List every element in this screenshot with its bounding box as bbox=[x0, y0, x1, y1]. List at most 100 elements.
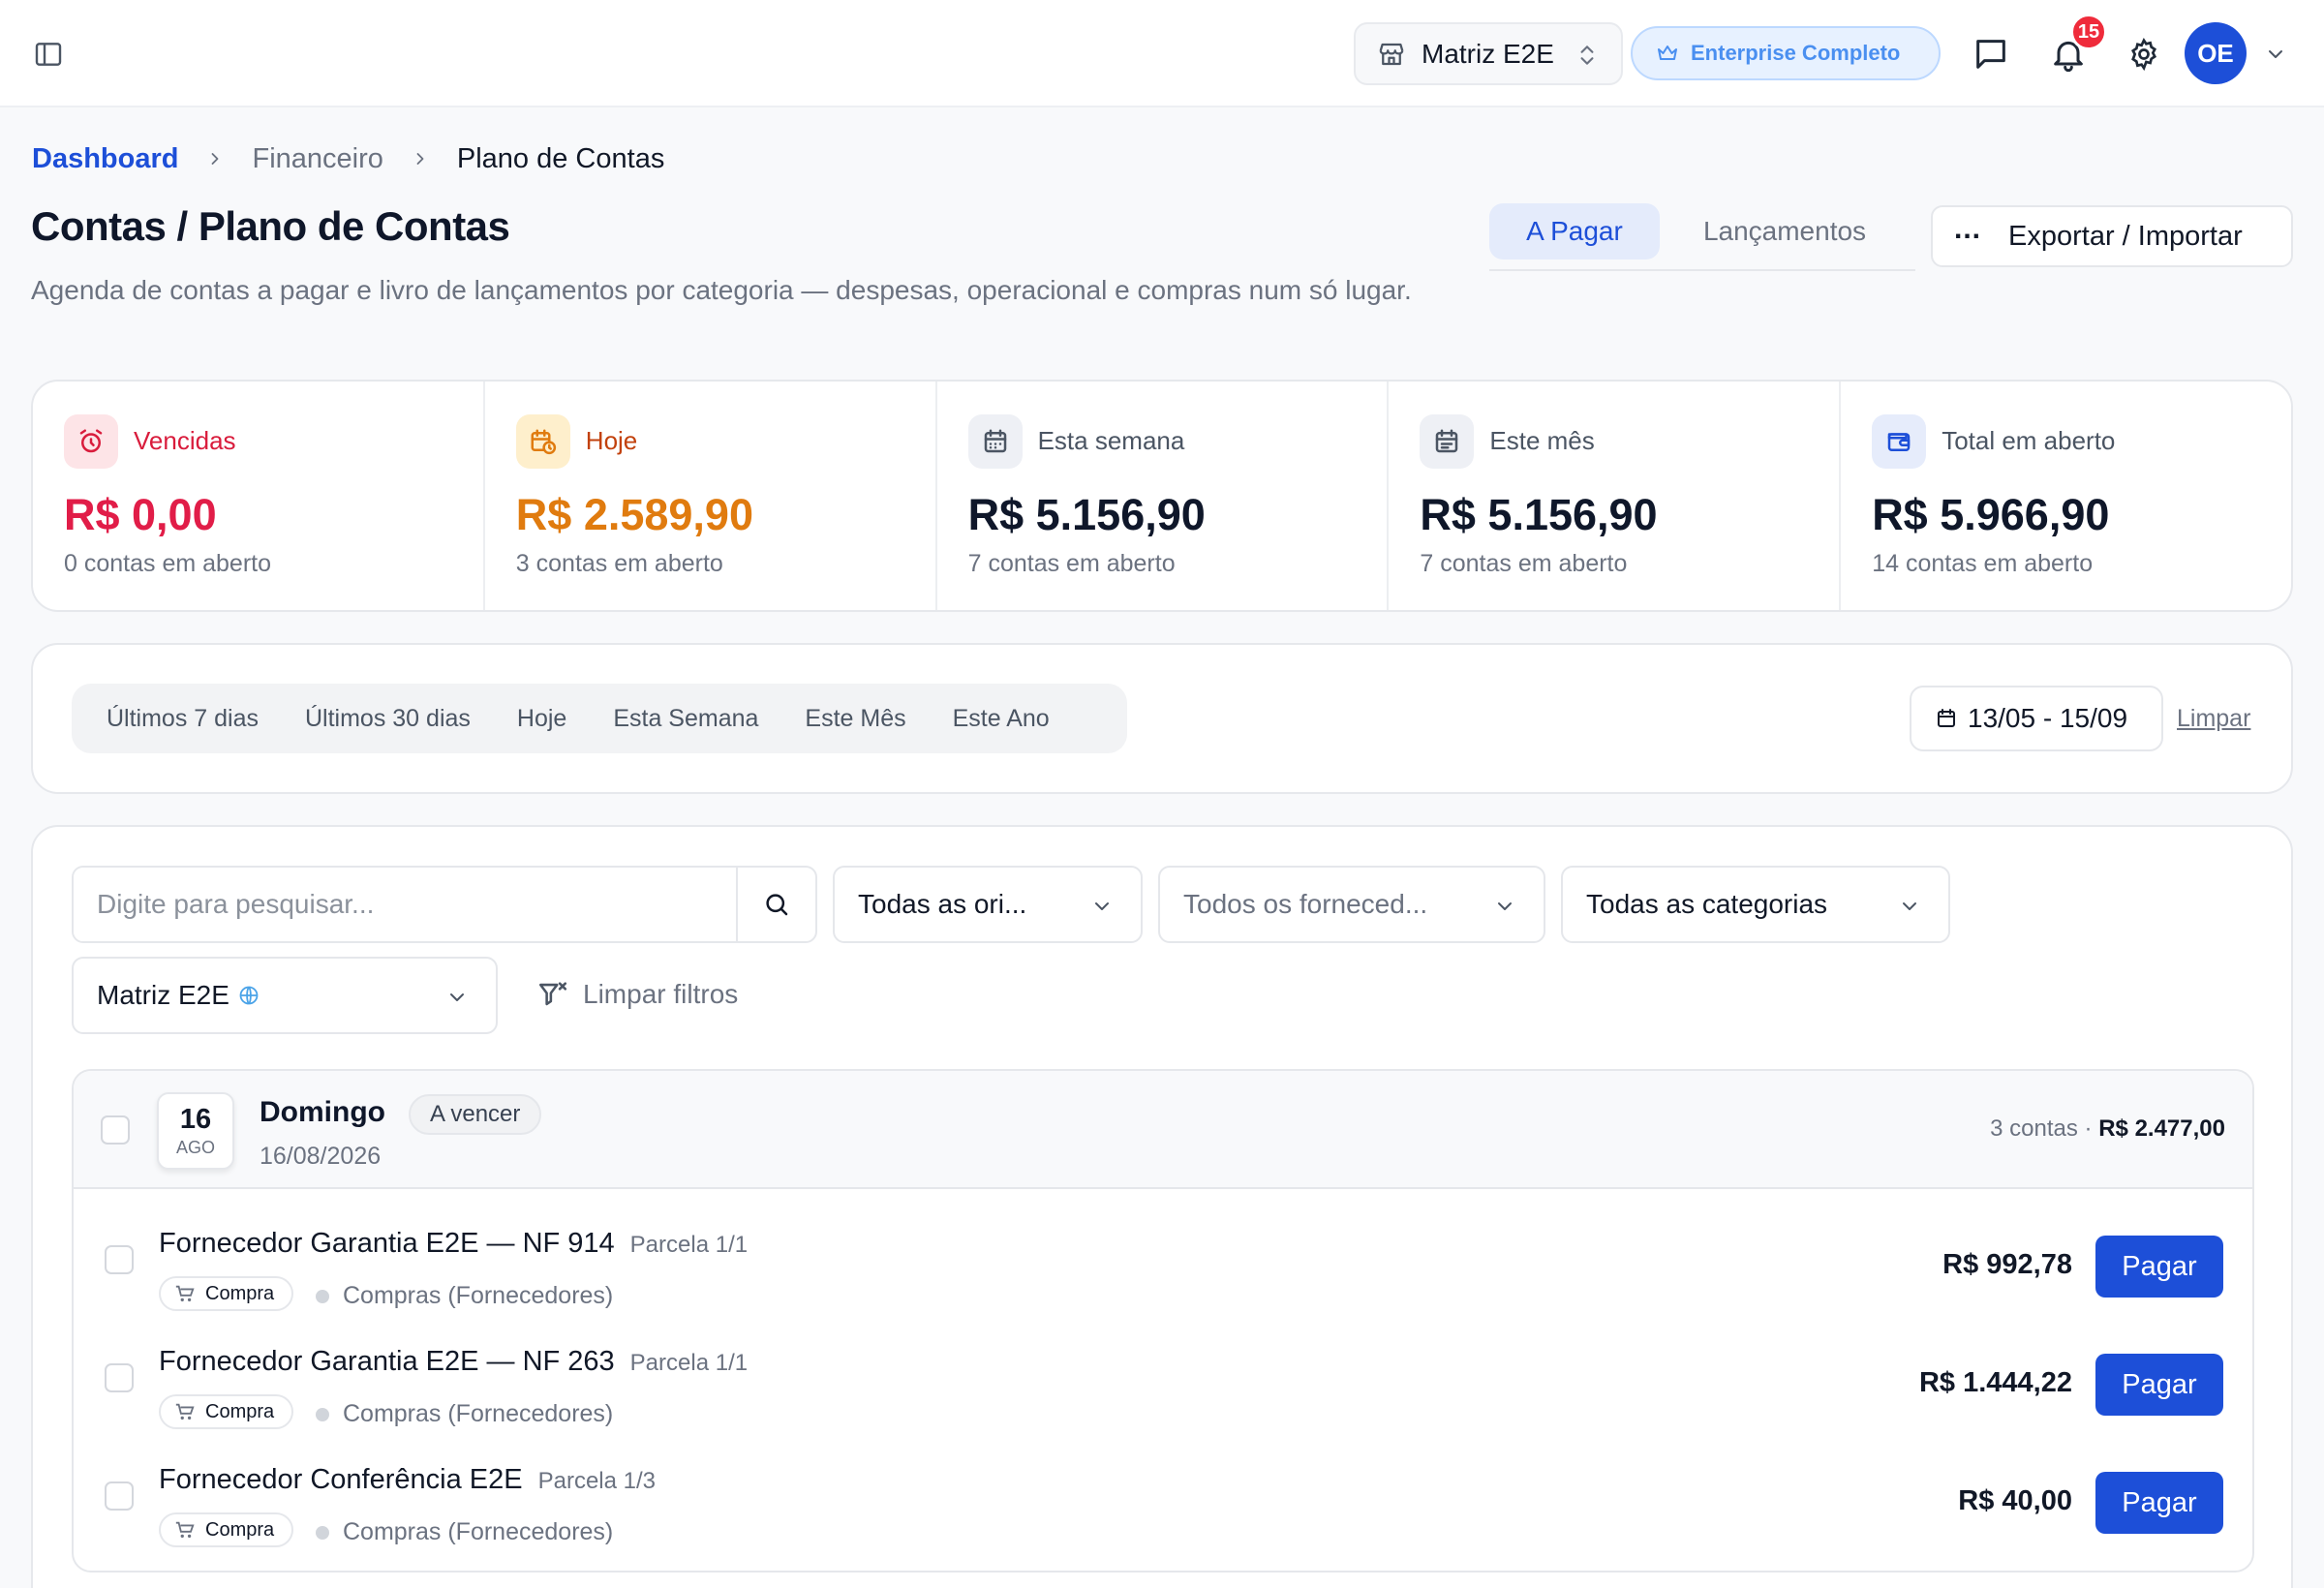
store-switcher-label: Matriz E2E bbox=[1422, 38, 1554, 69]
bill-row-checkbox[interactable] bbox=[105, 1245, 134, 1274]
stat-card-esta-semana[interactable]: Esta semana R$ 5.156,90 7 contas em aber… bbox=[937, 382, 1390, 610]
stat-card-total-em-aberto[interactable]: Total em aberto R$ 5.966,90 14 contas em… bbox=[1841, 382, 2291, 610]
chevron-down-icon bbox=[1898, 895, 1921, 918]
day-group: 16 AGO Domingo A vencer 16/08/2026 3 con… bbox=[72, 1069, 2254, 1573]
bill-amount: R$ 1.444,22 bbox=[1918, 1367, 2072, 1398]
bills-list-panel: Todas as ori... Todos os forneced... Tod… bbox=[31, 825, 2293, 1588]
bill-title: Fornecedor Conferência E2E Parcela 1/3 bbox=[159, 1464, 656, 1496]
store-filter-select[interactable]: Matriz E2E bbox=[72, 957, 498, 1034]
stat-card-este-mes[interactable]: Este mês R$ 5.156,90 7 contas em aberto bbox=[1389, 382, 1842, 610]
bill-category-label: Compras (Fornecedores) bbox=[343, 1518, 614, 1545]
tab-a-pagar[interactable]: A Pagar bbox=[1489, 203, 1660, 260]
pay-button[interactable]: Pagar bbox=[2095, 1354, 2223, 1416]
stat-label: Total em aberto bbox=[1942, 426, 2116, 455]
stat-value: R$ 0,00 bbox=[64, 490, 217, 539]
export-import-button[interactable]: ... Exportar / Importar bbox=[1931, 205, 2293, 267]
bill-installment: Parcela 1/1 bbox=[629, 1350, 749, 1376]
origin-filter-select[interactable]: Todas as ori... bbox=[833, 866, 1143, 943]
plan-badge[interactable]: Enterprise Completo bbox=[1631, 26, 1941, 80]
store-switcher[interactable]: Matriz E2E bbox=[1354, 22, 1623, 85]
period-last-30-days[interactable]: Últimos 30 dias bbox=[286, 705, 498, 733]
stat-value: R$ 5.966,90 bbox=[1872, 490, 2110, 539]
bill-title-text: Fornecedor Garantia E2E — NF 914 bbox=[159, 1228, 615, 1259]
category-dot bbox=[316, 1525, 329, 1540]
calendar-clock-icon bbox=[515, 414, 570, 469]
alarm-clock-icon bbox=[64, 414, 118, 469]
date-chip-day: 16 bbox=[179, 1103, 212, 1135]
supplier-filter-value: Todos os forneced... bbox=[1183, 889, 1428, 919]
bill-installment: Parcela 1/1 bbox=[629, 1232, 749, 1258]
origin-tag-label: Compra bbox=[205, 1518, 275, 1541]
period-last-7-days[interactable]: Últimos 7 dias bbox=[87, 705, 286, 733]
stat-card-hoje[interactable]: Hoje R$ 2.589,90 3 contas em aberto bbox=[485, 382, 937, 610]
supplier-filter-select[interactable]: Todos os forneced... bbox=[1158, 866, 1545, 943]
origin-filter-value: Todas as ori... bbox=[858, 889, 1027, 919]
clear-filters-button[interactable]: Limpar filtros bbox=[536, 978, 738, 1011]
messages-icon[interactable] bbox=[1972, 35, 2010, 74]
breadcrumb-dashboard[interactable]: Dashboard bbox=[32, 143, 178, 175]
pay-button[interactable]: Pagar bbox=[2095, 1472, 2223, 1534]
bill-amount: R$ 40,00 bbox=[1958, 1485, 2072, 1516]
breadcrumb-financeiro[interactable]: Financeiro bbox=[252, 143, 382, 175]
chevron-down-icon[interactable] bbox=[2264, 43, 2287, 66]
stat-label: Vencidas bbox=[134, 426, 236, 455]
bill-amount: R$ 992,78 bbox=[1942, 1249, 2072, 1280]
settings-gear-icon[interactable] bbox=[2126, 37, 2161, 72]
shopping-cart-icon bbox=[174, 1401, 196, 1422]
pay-button[interactable]: Pagar bbox=[2095, 1236, 2223, 1298]
period-this-month[interactable]: Este Mês bbox=[785, 705, 933, 733]
view-tabs: A Pagar Lançamentos bbox=[1489, 199, 1915, 271]
stat-label: Hoje bbox=[585, 426, 638, 455]
date-range-label: 13/05 - 15/09 bbox=[1968, 703, 2128, 733]
store-filter-value: Matriz E2E bbox=[97, 980, 229, 1010]
date-range-picker[interactable]: 13/05 - 15/09 bbox=[1910, 686, 2163, 751]
plan-badge-label: Enterprise Completo bbox=[1691, 41, 1901, 65]
wallet-icon bbox=[1872, 414, 1927, 469]
chevron-right-icon bbox=[205, 149, 225, 168]
bill-row-checkbox[interactable] bbox=[105, 1363, 134, 1392]
user-avatar[interactable]: OE bbox=[2185, 22, 2247, 84]
bill-category-label: Compras (Fornecedores) bbox=[343, 1400, 614, 1427]
category-dot bbox=[316, 1289, 329, 1303]
summary-cards: Vencidas R$ 0,00 0 contas em aberto Hoje… bbox=[31, 380, 2293, 612]
bill-title: Fornecedor Garantia E2E — NF 263 Parcela … bbox=[159, 1346, 748, 1378]
notifications-count-badge: 15 bbox=[2070, 14, 2107, 50]
export-import-label: Exportar / Importar bbox=[2008, 220, 2243, 252]
date-chip: 16 AGO bbox=[157, 1092, 234, 1170]
period-this-year[interactable]: Este Ano bbox=[933, 705, 1077, 733]
period-filter-panel: Últimos 7 dias Últimos 30 dias Hoje Esta… bbox=[31, 643, 2293, 794]
category-dot bbox=[316, 1407, 329, 1421]
search-icon bbox=[766, 894, 788, 916]
clear-date-link[interactable]: Limpar bbox=[2177, 705, 2250, 733]
bill-category: Compras (Fornecedores) bbox=[316, 1518, 613, 1546]
origin-tag: Compra bbox=[159, 1394, 294, 1429]
search-input[interactable] bbox=[74, 868, 736, 941]
stat-card-vencidas[interactable]: Vencidas R$ 0,00 0 contas em aberto bbox=[33, 382, 485, 610]
shopping-cart-icon bbox=[174, 1283, 196, 1304]
topbar: Matriz E2E Enterprise Completo 15 OE bbox=[0, 0, 2324, 107]
category-filter-select[interactable]: Todas as categorias bbox=[1561, 866, 1950, 943]
chevron-down-icon bbox=[1493, 895, 1516, 918]
day-summary: 3 contas · R$ 2.477,00 bbox=[1990, 1115, 2225, 1143]
tab-lancamentos[interactable]: Lançamentos bbox=[1673, 203, 1896, 260]
search-button[interactable] bbox=[736, 868, 815, 941]
bill-title: Fornecedor Garantia E2E — NF 914 Parcela … bbox=[159, 1228, 748, 1260]
stat-value: R$ 5.156,90 bbox=[967, 490, 1206, 539]
bill-row: Fornecedor Conferência E2E Parcela 1/3 Co… bbox=[74, 1445, 2252, 1561]
chevron-down-icon bbox=[445, 986, 469, 1009]
period-presets: Últimos 7 dias Últimos 30 dias Hoje Esta… bbox=[72, 684, 1127, 753]
stat-label: Esta semana bbox=[1037, 426, 1185, 455]
stat-value: R$ 5.156,90 bbox=[1420, 490, 1658, 539]
period-this-week[interactable]: Esta Semana bbox=[594, 705, 785, 733]
bill-row-checkbox[interactable] bbox=[105, 1481, 134, 1511]
bill-title-text: Fornecedor Conferência E2E bbox=[159, 1464, 523, 1495]
select-day-checkbox[interactable] bbox=[101, 1115, 130, 1145]
bill-row: Fornecedor Garantia E2E — NF 914 Parcela … bbox=[74, 1208, 2252, 1325]
stat-label: Este mês bbox=[1489, 426, 1595, 455]
page-subtitle: Agenda de contas a pagar e livro de lanç… bbox=[31, 275, 1412, 305]
chevron-right-icon bbox=[411, 149, 430, 168]
origin-tag: Compra bbox=[159, 1512, 294, 1547]
calendar-icon bbox=[1935, 707, 1958, 730]
period-today[interactable]: Hoje bbox=[498, 705, 594, 733]
sidebar-toggle-icon[interactable] bbox=[33, 39, 64, 70]
